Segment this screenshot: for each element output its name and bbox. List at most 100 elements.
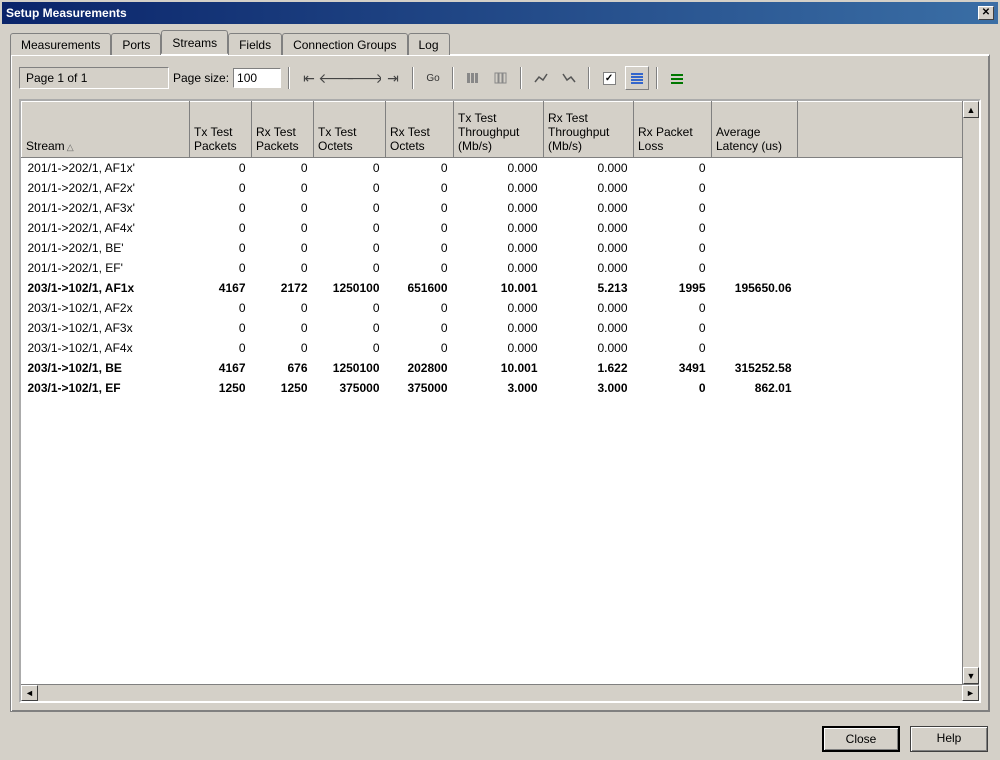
cell: 0: [314, 318, 386, 338]
horizontal-scrollbar[interactable]: ◄ ►: [21, 684, 979, 701]
scroll-left-icon[interactable]: ◄: [21, 685, 38, 701]
cell: 10.001: [454, 278, 544, 298]
cell: 0: [252, 258, 314, 278]
go-label: Go: [426, 73, 439, 84]
cell: 676: [252, 358, 314, 378]
cell-spacer: [798, 298, 979, 318]
dialog-window: Setup Measurements ✕ MeasurementsPortsSt…: [0, 0, 1000, 760]
table-row[interactable]: 203/1->102/1, EF125012503750003750003.00…: [22, 378, 979, 398]
cell: 0.000: [544, 318, 634, 338]
tab-fields[interactable]: Fields: [228, 33, 282, 55]
tab-ports[interactable]: Ports: [111, 33, 161, 55]
tab-connection-groups[interactable]: Connection Groups: [282, 33, 407, 55]
column-header[interactable]: Rx Packet Loss: [634, 102, 712, 158]
cell: 862.01: [712, 378, 798, 398]
cell: 0: [314, 198, 386, 218]
cell: 0: [634, 238, 712, 258]
cell: 0.000: [544, 338, 634, 358]
column-header[interactable]: Rx Test Packets: [252, 102, 314, 158]
vertical-scrollbar[interactable]: ▲ ▼: [962, 101, 979, 684]
chart-button-2[interactable]: [557, 66, 581, 90]
cell: 0: [314, 238, 386, 258]
cell: 0.000: [454, 298, 544, 318]
toggle-check-button[interactable]: ✓: [597, 66, 621, 90]
table-row[interactable]: 201/1->202/1, AF2x'00000.0000.0000: [22, 178, 979, 198]
table-row[interactable]: 203/1->102/1, AF3x00000.0000.0000: [22, 318, 979, 338]
cell: [712, 318, 798, 338]
cell: 0: [386, 178, 454, 198]
column-header[interactable]: Tx Test Octets: [314, 102, 386, 158]
tab-measurements[interactable]: Measurements: [10, 33, 111, 55]
column-config-button-2[interactable]: [489, 66, 513, 90]
cell: 0.000: [454, 318, 544, 338]
chart-button-1[interactable]: [529, 66, 553, 90]
cell-spacer: [798, 218, 979, 238]
table-view-button[interactable]: [625, 66, 649, 90]
table-row[interactable]: 203/1->102/1, BE4167676125010020280010.0…: [22, 358, 979, 378]
table-row[interactable]: 201/1->202/1, AF4x'00000.0000.0000: [22, 218, 979, 238]
cell: 0.000: [454, 258, 544, 278]
cell: 0: [314, 258, 386, 278]
separator: [412, 67, 414, 89]
cell: 0: [386, 238, 454, 258]
cell: 0: [190, 178, 252, 198]
cell: 0.000: [454, 178, 544, 198]
column-header[interactable]: Tx Test Throughput (Mb/s): [454, 102, 544, 158]
separator: [452, 67, 454, 89]
column-header[interactable]: Average Latency (us): [712, 102, 798, 158]
last-page-button[interactable]: ⇥: [381, 66, 405, 90]
sort-asc-icon: △: [67, 142, 74, 152]
scroll-up-icon[interactable]: ▲: [963, 101, 979, 118]
go-button[interactable]: Go: [421, 66, 445, 90]
table-row[interactable]: 201/1->202/1, BE'00000.0000.0000: [22, 238, 979, 258]
cell: [712, 258, 798, 278]
cell: 0: [386, 218, 454, 238]
page-size-input[interactable]: [233, 68, 281, 88]
cell-spacer: [798, 338, 979, 358]
cell: 0: [252, 178, 314, 198]
tab-strip: MeasurementsPortsStreamsFieldsConnection…: [10, 30, 990, 54]
close-button[interactable]: Close: [822, 726, 900, 752]
tab-body: Page 1 of 1 Page size: ⇤ 🡐 🡒 ⇥ Go: [10, 54, 990, 712]
tab-streams[interactable]: Streams: [161, 30, 228, 54]
table-row[interactable]: 201/1->202/1, AF1x'00000.0000.0000: [22, 158, 979, 179]
streams-table: Stream△Tx Test PacketsRx Test PacketsTx …: [21, 101, 979, 398]
table-row[interactable]: 203/1->102/1, AF4x00000.0000.0000: [22, 338, 979, 358]
column-header[interactable]: Tx Test Packets: [190, 102, 252, 158]
chart-down-icon: [561, 70, 577, 86]
cell: 0: [252, 338, 314, 358]
column-config-button-1[interactable]: [461, 66, 485, 90]
scroll-right-icon[interactable]: ►: [962, 685, 979, 701]
next-page-button[interactable]: 🡒: [353, 66, 377, 90]
table-row[interactable]: 203/1->102/1, AF2x00000.0000.0000: [22, 298, 979, 318]
list-view-button[interactable]: [665, 66, 689, 90]
cell: 0.000: [454, 238, 544, 258]
help-button[interactable]: Help: [910, 726, 988, 752]
cell: [712, 218, 798, 238]
column-header[interactable]: Stream△: [22, 102, 190, 158]
table-row[interactable]: 201/1->202/1, AF3x'00000.0000.0000: [22, 198, 979, 218]
header-row: Stream△Tx Test PacketsRx Test PacketsTx …: [22, 102, 979, 158]
cell: 203/1->102/1, AF4x: [22, 338, 190, 358]
page-indicator: Page 1 of 1: [19, 67, 169, 89]
cell: 0: [314, 218, 386, 238]
cell: 201/1->202/1, EF': [22, 258, 190, 278]
cell: 0: [314, 298, 386, 318]
cell: 0: [190, 198, 252, 218]
cell: 3.000: [544, 378, 634, 398]
column-header[interactable]: Rx Test Throughput (Mb/s): [544, 102, 634, 158]
scroll-down-icon[interactable]: ▼: [963, 667, 979, 684]
cell: 0.000: [544, 158, 634, 179]
cell: 0: [190, 238, 252, 258]
separator: [656, 67, 658, 89]
titlebar: Setup Measurements ✕: [2, 2, 998, 24]
cell: 202800: [386, 358, 454, 378]
column-header[interactable]: Rx Test Octets: [386, 102, 454, 158]
cell: 0: [314, 158, 386, 179]
window-close-button[interactable]: ✕: [978, 6, 994, 20]
cell: 0: [190, 258, 252, 278]
table-row[interactable]: 203/1->102/1, AF1x4167217212501006516001…: [22, 278, 979, 298]
table-row[interactable]: 201/1->202/1, EF'00000.0000.0000: [22, 258, 979, 278]
cell: 203/1->102/1, AF1x: [22, 278, 190, 298]
tab-log[interactable]: Log: [408, 33, 450, 55]
